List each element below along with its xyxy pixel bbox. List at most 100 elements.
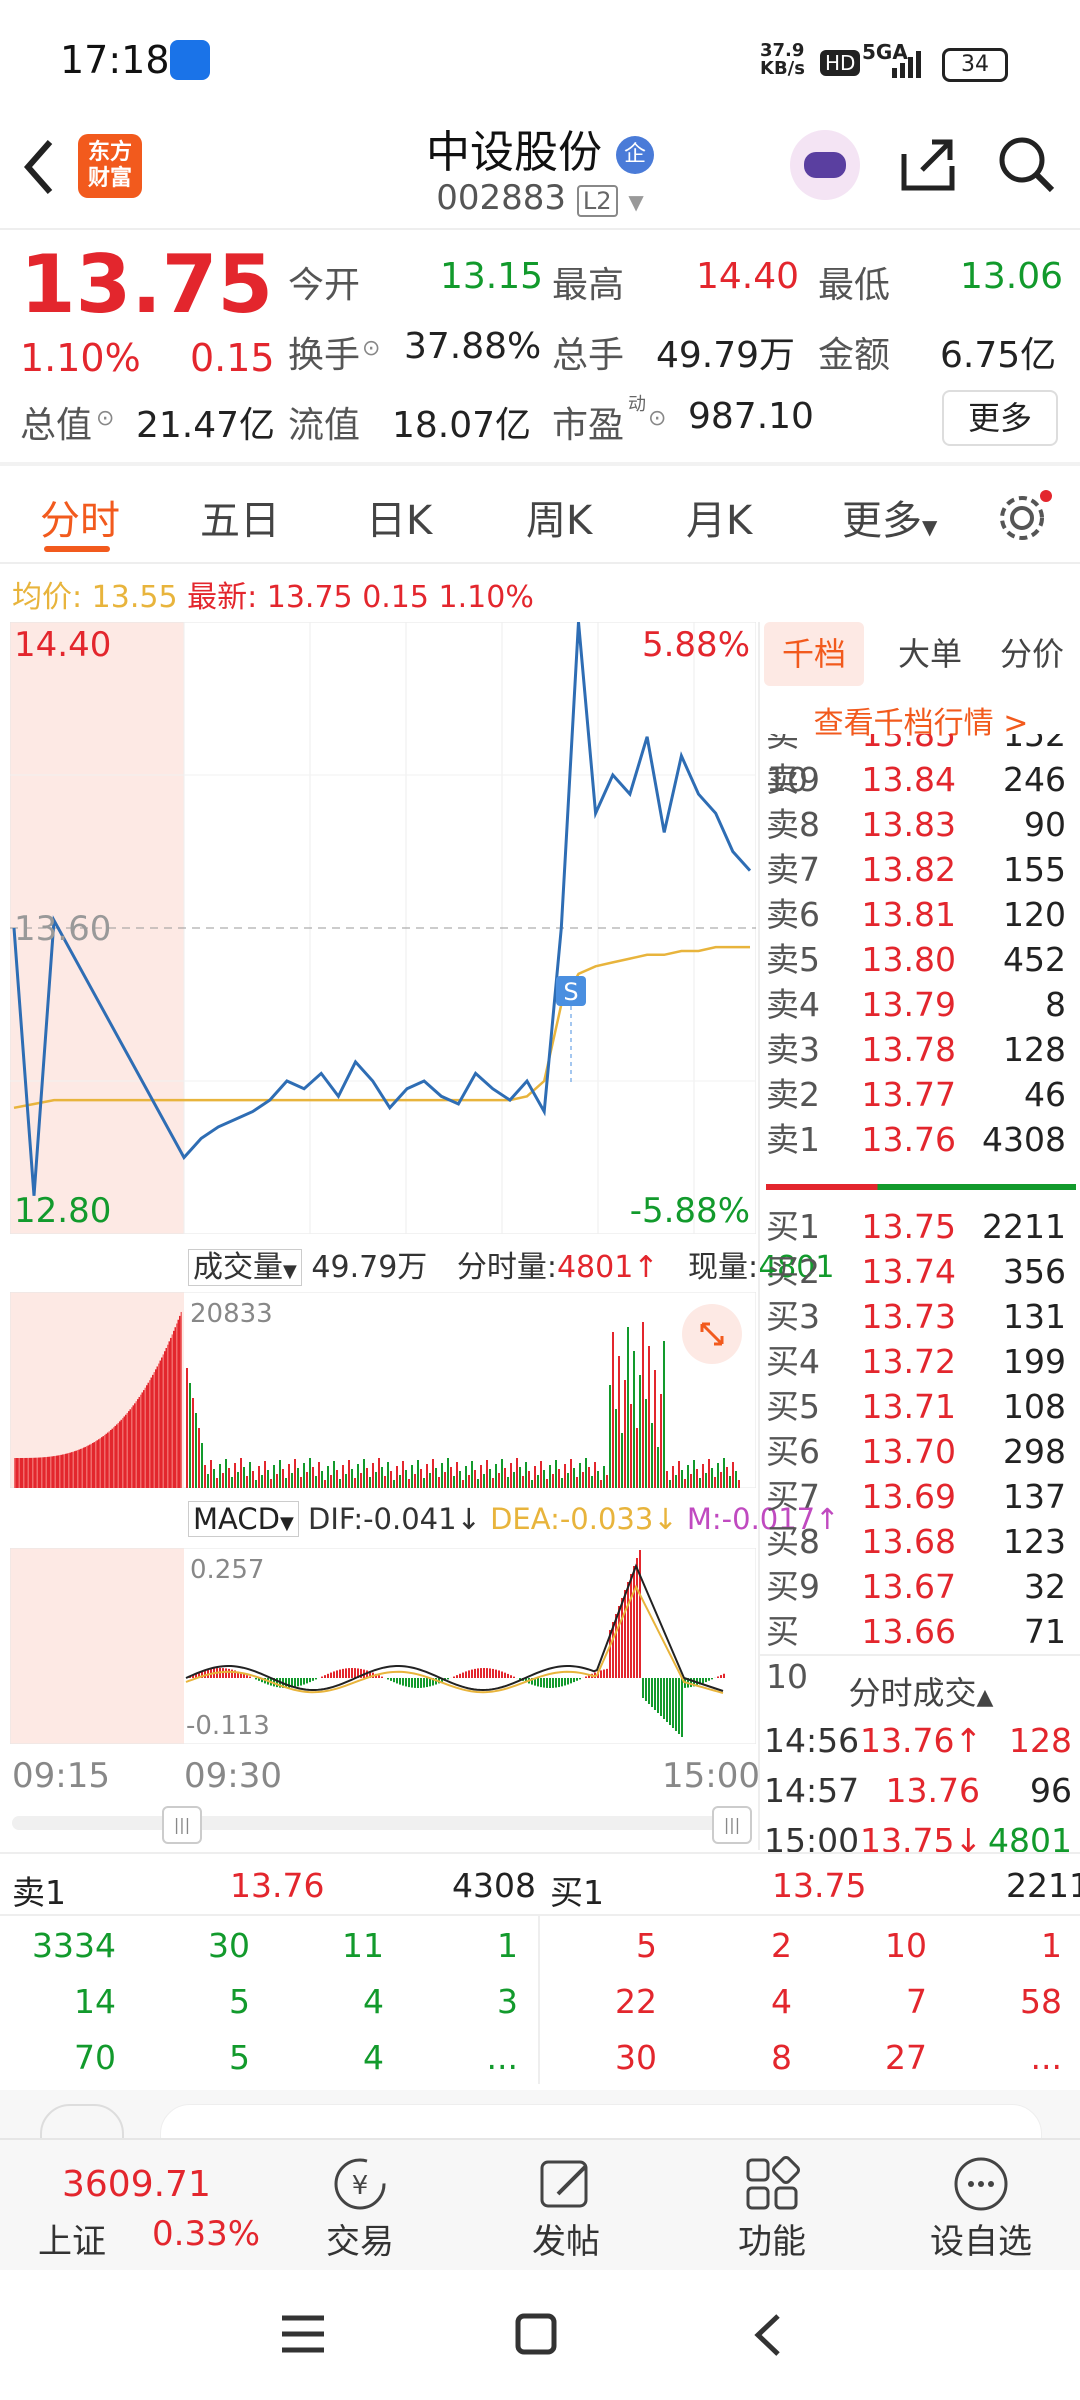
scroll-handle-right[interactable]: |||: [712, 1806, 752, 1844]
tab-daily-k[interactable]: 日K: [366, 488, 432, 546]
scroll-handle-left[interactable]: |||: [162, 1806, 202, 1844]
macd-chart[interactable]: 0.257 -0.113: [10, 1548, 756, 1744]
bid-row[interactable]: 买10 13.66 71: [766, 1609, 1080, 1696]
trades-title[interactable]: 分时成交▲: [760, 1668, 1080, 1714]
bid-row[interactable]: 买9 13.67 32: [766, 1564, 1080, 1609]
volume-bar: [357, 1464, 359, 1488]
info-icon[interactable]: ⊙: [96, 406, 114, 431]
mktcap-label: 总值: [20, 405, 93, 446]
macd-bar: [618, 1606, 620, 1678]
ask-row[interactable]: 卖4 13.79 8: [766, 982, 1080, 1027]
bid-row[interactable]: 买1 13.75 2211: [766, 1204, 1080, 1249]
back-icon[interactable]: [748, 2310, 788, 2360]
bid-row[interactable]: 买8 13.68 123: [766, 1519, 1080, 1564]
share-icon[interactable]: [898, 134, 958, 194]
volume-indicator-select[interactable]: 成交量▼: [188, 1249, 302, 1286]
more-button[interactable]: 更多: [942, 390, 1058, 446]
settings-icon[interactable]: [996, 488, 1056, 548]
queue-order: 30: [615, 2038, 657, 2077]
volume-bar: [411, 1465, 413, 1488]
ask-row[interactable]: 卖1 13.76 4308: [766, 1117, 1080, 1162]
trade-volume: 96: [1030, 1771, 1072, 1810]
volume-bar: [47, 1456, 49, 1488]
orderbook-tab-depth[interactable]: 千档: [764, 622, 864, 686]
volume-chart[interactable]: 20833: [10, 1292, 756, 1488]
bid-row[interactable]: 买7 13.69 137: [766, 1474, 1080, 1519]
queue-order: 2: [771, 1926, 792, 1965]
tab-more[interactable]: 更多▼: [842, 488, 937, 546]
time-range-scrollbar[interactable]: ||| |||: [12, 1806, 752, 1844]
queue-ask-price: 13.76: [230, 1866, 325, 1905]
dropdown-icon: ▼: [628, 190, 644, 214]
volume-bar: [32, 1457, 34, 1488]
time-start: 09:15: [12, 1756, 110, 1796]
bid-row[interactable]: 买2 13.74 356: [766, 1249, 1080, 1294]
info-icon[interactable]: ⊙: [648, 406, 666, 431]
volume-bar: [252, 1471, 254, 1488]
volume-bar: [18, 1457, 20, 1488]
ask-row[interactable]: 卖9 13.84 246: [766, 757, 1080, 802]
nav-post[interactable]: 发帖: [506, 2154, 626, 2263]
ask-row[interactable]: 卖5 13.80 452: [766, 937, 1080, 982]
macd-bar: [705, 1678, 707, 1683]
nav-add-watchlist[interactable]: 设自选: [916, 2154, 1046, 2263]
macd-indicator-select[interactable]: MACD▼: [188, 1501, 299, 1537]
ask-row[interactable]: 卖2 13.77 46: [766, 1072, 1080, 1117]
ask-row[interactable]: 卖7 13.82 155: [766, 847, 1080, 892]
tab-five-day[interactable]: 五日: [200, 488, 280, 546]
trade-volume: 128: [1009, 1721, 1072, 1760]
bid-row[interactable]: 买4 13.72 199: [766, 1339, 1080, 1384]
ask-row[interactable]: 卖6 13.81 120: [766, 892, 1080, 937]
index-widget[interactable]: 3609.71 上证 0.33%: [20, 2140, 280, 2270]
volume-bar: [399, 1475, 401, 1488]
macd-bar: [711, 1678, 713, 1680]
assistant-avatar[interactable]: [790, 130, 860, 200]
volume-bar: [468, 1475, 470, 1488]
tab-more-label: 更多: [842, 498, 922, 544]
volume-bar: [270, 1479, 272, 1488]
macd-bar: [423, 1678, 425, 1688]
volume-bar: [255, 1480, 257, 1488]
volume-bar: [59, 1455, 61, 1488]
ask-row[interactable]: 卖10 13.85 152: [766, 734, 1080, 799]
ask-row[interactable]: 卖3 13.78 128: [766, 1027, 1080, 1072]
macd-bar: [540, 1678, 542, 1688]
nav-functions[interactable]: 功能: [712, 2154, 832, 2263]
volume-bar: [309, 1458, 311, 1488]
tab-monthly-k[interactable]: 月K: [686, 488, 752, 546]
macd-bar: [378, 1675, 380, 1678]
volume-bar: [21, 1457, 23, 1488]
bid-row[interactable]: 买5 13.71 108: [766, 1384, 1080, 1429]
search-icon[interactable]: [996, 134, 1056, 194]
nav-trade[interactable]: ¥ 交易: [300, 2154, 420, 2263]
volume-label: 总手: [552, 335, 625, 376]
volume-bar: [735, 1471, 737, 1488]
orderbook-tab-bigorder[interactable]: 大单: [880, 622, 980, 686]
orderbook-tab-price[interactable]: 分价: [982, 622, 1080, 686]
level-price: 13.68: [861, 1522, 956, 1561]
home-icon[interactable]: [512, 2310, 562, 2360]
volume-bar: [276, 1474, 278, 1488]
change-amount: 0.15: [190, 336, 275, 380]
volume-bar: [609, 1385, 611, 1488]
menu-icon[interactable]: [278, 2312, 328, 2358]
volume-bar: [594, 1462, 596, 1488]
volume-bar: [155, 1369, 157, 1488]
bid-row[interactable]: 买3 13.73 131: [766, 1294, 1080, 1339]
bid-row[interactable]: 买6 13.70 298: [766, 1429, 1080, 1474]
volume-bar: [564, 1464, 566, 1488]
ask-row[interactable]: 卖8 13.83 90: [766, 802, 1080, 847]
volume-bar: [360, 1473, 362, 1488]
volume-bar: [435, 1468, 437, 1488]
info-icon[interactable]: ⊙: [362, 336, 380, 361]
volume-bar: [729, 1476, 731, 1488]
volume-bar: [546, 1479, 548, 1488]
tab-intraday[interactable]: 分时: [40, 488, 120, 546]
volume-bar: [408, 1479, 410, 1488]
tab-weekly-k[interactable]: 周K: [526, 488, 592, 546]
volume-bar: [324, 1480, 326, 1488]
intraday-price-chart[interactable]: 14.40 13.60 12.80 5.88% -5.88% S: [10, 622, 756, 1234]
volume-bar: [140, 1394, 142, 1488]
volume-bar: [414, 1474, 416, 1488]
macd-bar: [627, 1582, 629, 1678]
